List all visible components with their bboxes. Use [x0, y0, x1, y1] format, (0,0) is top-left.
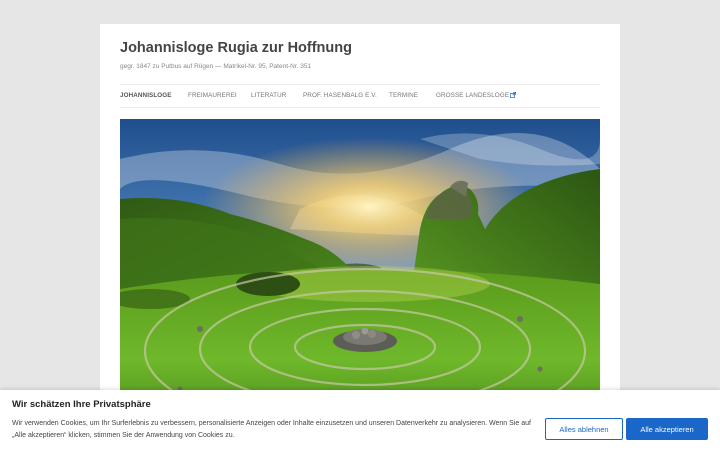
accept-all-button[interactable]: Alle akzeptieren	[626, 418, 708, 440]
site-title[interactable]: Johannisloge Rugia zur Hoffnung	[120, 40, 352, 56]
external-link-icon	[510, 92, 517, 98]
cookie-title: Wir schätzen Ihre Privatsphäre	[12, 399, 151, 410]
nav-item-grosse-landesloge-label: GROSSE LANDESLOGE	[436, 92, 510, 99]
main-navigation: JOHANNISLOGE FREIMAUREREI LITERATUR PROF…	[120, 84, 600, 108]
page-content: Johannisloge Rugia zur Hoffnung gegr. 18…	[100, 24, 620, 450]
nav-item-johannisloge[interactable]: JOHANNISLOGE	[120, 92, 172, 99]
cookie-text: Wir verwenden Cookies, um Ihr Surferlebn…	[12, 420, 531, 439]
nav-item-literatur[interactable]: LITERATUR	[251, 92, 286, 99]
cookie-banner: Wir schätzen Ihre Privatsphäre Wir verwe…	[0, 390, 720, 450]
nav-item-freimaurerei[interactable]: FREIMAUREREI	[188, 92, 237, 99]
decline-all-button[interactable]: Alles ablehnen	[545, 418, 623, 440]
nav-item-termine[interactable]: TERMINE	[389, 92, 418, 99]
nav-item-grosse-landesloge[interactable]: GROSSE LANDESLOGE	[436, 92, 517, 99]
site-description: gegr. 1847 zu Putbus auf Rügen — Matrike…	[120, 63, 312, 70]
nav-item-prof-hasenbalg[interactable]: PROF. HASENBALG E.V.	[303, 92, 377, 99]
